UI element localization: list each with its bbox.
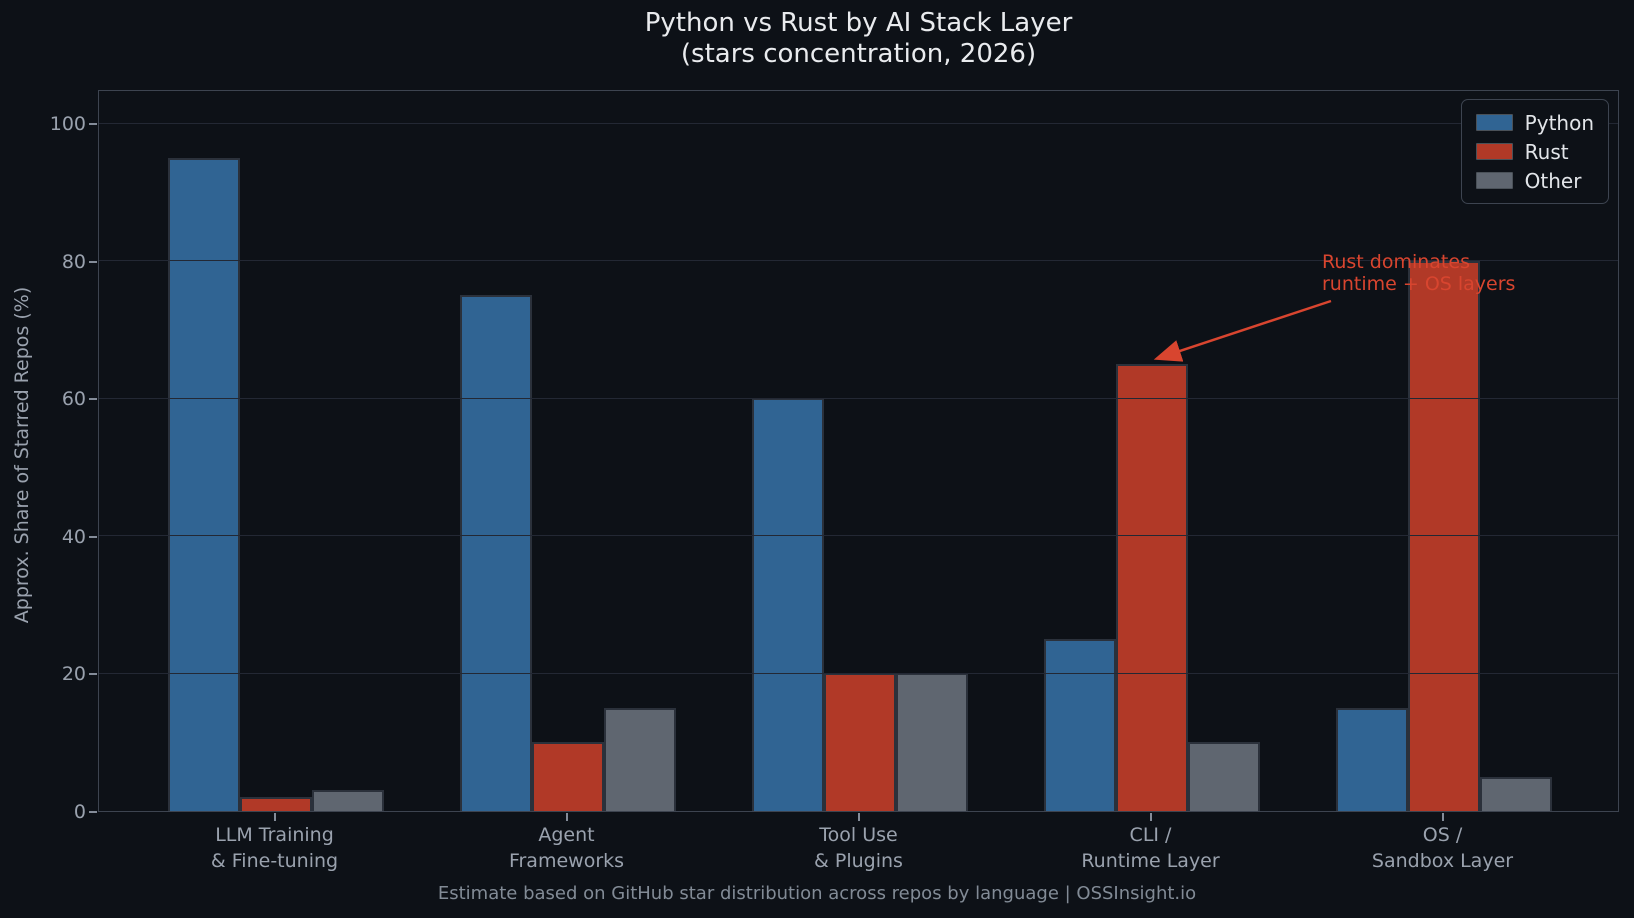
- legend-row-python: Python: [1476, 108, 1594, 137]
- legend-swatch-other: [1476, 172, 1513, 189]
- y-tick-mark-0: [89, 811, 97, 813]
- x-tick-label-4-line-0: OS /: [1297, 822, 1589, 848]
- x-tick-label-2-line-1: & Plugins: [713, 848, 1005, 874]
- x-tick-mark-1: [566, 813, 568, 821]
- bar-rust-2: [824, 673, 896, 811]
- x-tick-label-4-line-1: Sandbox Layer: [1297, 848, 1589, 874]
- legend-swatch-rust: [1476, 143, 1513, 160]
- chart-title-block: Python vs Rust by AI Stack Layer (stars …: [98, 8, 1619, 70]
- annotation-text: Rust dominates runtime + OS layers: [1322, 251, 1515, 295]
- legend-label-python: Python: [1525, 111, 1594, 135]
- x-tick-mark-4: [1442, 813, 1444, 821]
- x-tick-label-0-line-1: & Fine-tuning: [129, 848, 421, 874]
- y-tick-label-20: 20: [0, 662, 86, 686]
- x-tick-label-2: Tool Use& Plugins: [713, 822, 1005, 874]
- x-tick-label-0: LLM Training& Fine-tuning: [129, 822, 421, 874]
- y-tick-label-100: 100: [0, 112, 86, 136]
- bar-python-2: [752, 398, 824, 811]
- y-tick-mark-20: [89, 673, 97, 675]
- bar-other-1: [604, 708, 676, 811]
- annotation-line-2: runtime + OS layers: [1322, 273, 1515, 295]
- chart-title: Python vs Rust by AI Stack Layer: [98, 8, 1619, 39]
- gridline-40: [99, 535, 1618, 536]
- plot-area: [98, 90, 1619, 812]
- gridline-60: [99, 398, 1618, 399]
- bar-other-3: [1188, 742, 1260, 811]
- x-tick-label-1-line-1: Frameworks: [421, 848, 713, 874]
- legend-row-rust: Rust: [1476, 137, 1594, 166]
- gridline-20: [99, 673, 1618, 674]
- x-tick-label-4: OS /Sandbox Layer: [1297, 822, 1589, 874]
- legend-row-other: Other: [1476, 166, 1594, 195]
- x-tick-mark-2: [858, 813, 860, 821]
- x-tick-mark-3: [1150, 813, 1152, 821]
- chart-subtitle: (stars concentration, 2026): [98, 39, 1619, 70]
- y-tick-mark-60: [89, 398, 97, 400]
- bar-python-0: [168, 158, 240, 811]
- bar-other-4: [1480, 777, 1552, 811]
- x-tick-label-0-line-0: LLM Training: [129, 822, 421, 848]
- footer-caption: Estimate based on GitHub star distributi…: [0, 883, 1634, 904]
- bar-rust-1: [532, 742, 604, 811]
- y-axis-label: Approx. Share of Starred Repos (%): [11, 287, 33, 623]
- x-tick-label-1-line-0: Agent: [421, 822, 713, 848]
- bar-python-3: [1044, 639, 1116, 811]
- chart-figure: Python vs Rust by AI Stack Layer (stars …: [0, 0, 1634, 918]
- y-tick-label-40: 40: [0, 525, 86, 549]
- bar-python-1: [460, 295, 532, 811]
- bar-other-0: [312, 790, 384, 811]
- x-tick-label-3-line-0: CLI /: [1005, 822, 1297, 848]
- y-tick-label-0: 0: [0, 800, 86, 824]
- legend-label-rust: Rust: [1525, 140, 1569, 164]
- legend: Python Rust Other: [1461, 99, 1609, 204]
- gridline-100: [99, 123, 1618, 124]
- x-tick-label-1: AgentFrameworks: [421, 822, 713, 874]
- annotation-line-1: Rust dominates: [1322, 251, 1515, 273]
- y-tick-mark-40: [89, 536, 97, 538]
- bar-rust-0: [240, 797, 312, 811]
- x-tick-mark-0: [274, 813, 276, 821]
- legend-label-other: Other: [1525, 169, 1582, 193]
- x-tick-label-3: CLI /Runtime Layer: [1005, 822, 1297, 874]
- x-tick-label-2-line-0: Tool Use: [713, 822, 1005, 848]
- legend-swatch-python: [1476, 114, 1513, 131]
- bar-python-4: [1336, 708, 1408, 811]
- bar-other-2: [896, 673, 968, 811]
- x-tick-label-3-line-1: Runtime Layer: [1005, 848, 1297, 874]
- y-tick-label-60: 60: [0, 387, 86, 411]
- y-tick-label-80: 80: [0, 250, 86, 274]
- y-tick-mark-100: [89, 123, 97, 125]
- y-tick-mark-80: [89, 261, 97, 263]
- bar-rust-3: [1116, 364, 1188, 811]
